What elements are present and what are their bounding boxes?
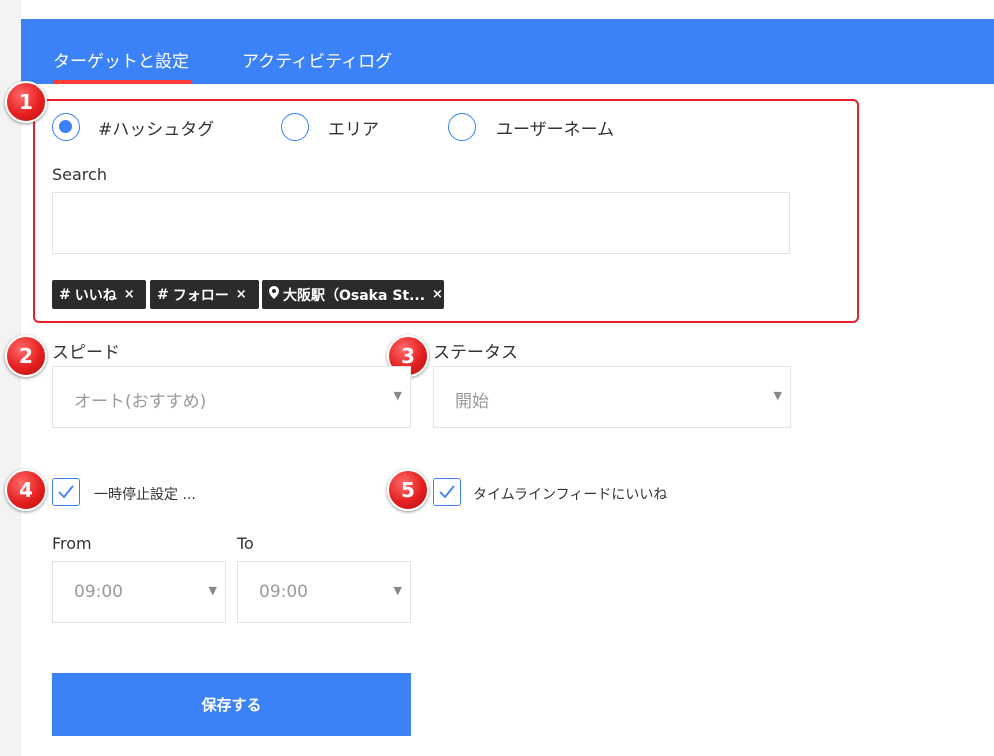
step-badge-2: 2 bbox=[5, 335, 47, 377]
chevron-down-icon: ▼ bbox=[393, 584, 402, 597]
to-time-select[interactable]: 09:00 ▼ bbox=[237, 561, 411, 623]
radio-area-label: エリア bbox=[328, 120, 379, 140]
speed-label: スピード bbox=[52, 343, 120, 363]
speed-select[interactable]: オート(おすすめ) ▼ bbox=[52, 366, 411, 428]
status-selected-value: 開始 bbox=[455, 392, 489, 412]
header-tab-bar: ターゲットと設定 アクティビティログ bbox=[21, 19, 994, 84]
tag-text: 大阪駅（Osaka St... bbox=[283, 287, 426, 304]
close-icon[interactable]: × bbox=[432, 287, 443, 302]
radio-area[interactable] bbox=[281, 113, 309, 141]
chevron-down-icon: ▼ bbox=[393, 389, 402, 402]
save-button[interactable]: 保存する bbox=[52, 673, 411, 736]
search-input[interactable] bbox=[52, 192, 790, 254]
step-badge-1: 1 bbox=[5, 81, 47, 123]
tab-target-settings[interactable]: ターゲットと設定 bbox=[53, 47, 189, 72]
tag-chip-iine: # いいね × bbox=[52, 280, 146, 309]
tag-text: いいね bbox=[74, 287, 117, 304]
close-icon[interactable]: × bbox=[236, 287, 247, 302]
radio-username-label: ユーザーネーム bbox=[496, 120, 615, 140]
radio-username[interactable] bbox=[448, 113, 476, 141]
status-label: ステータス bbox=[433, 343, 518, 363]
chevron-down-icon: ▼ bbox=[208, 584, 217, 597]
close-icon[interactable]: × bbox=[124, 287, 135, 302]
hash-icon: # bbox=[59, 286, 71, 303]
timeline-like-checkbox[interactable] bbox=[433, 478, 461, 506]
tab-activity-log[interactable]: アクティビティログ bbox=[242, 47, 392, 72]
checkmark-icon bbox=[58, 485, 74, 499]
tag-chip-osaka-station: 大阪駅（Osaka St... × bbox=[262, 280, 444, 309]
from-time-select[interactable]: 09:00 ▼ bbox=[52, 561, 226, 623]
to-label: To bbox=[237, 534, 254, 553]
search-label: Search bbox=[52, 165, 107, 184]
to-time-value: 09:00 bbox=[259, 582, 308, 602]
checkmark-icon bbox=[439, 485, 455, 499]
from-label: From bbox=[52, 534, 92, 553]
from-time-value: 09:00 bbox=[74, 582, 123, 602]
step-badge-4: 4 bbox=[5, 469, 47, 511]
speed-selected-value: オート(おすすめ) bbox=[74, 392, 207, 412]
location-pin-icon bbox=[269, 286, 279, 303]
tag-text: フォロー bbox=[172, 287, 229, 304]
pause-setting-label: 一時停止設定 ... bbox=[94, 487, 196, 503]
pause-setting-checkbox[interactable] bbox=[52, 478, 80, 506]
tag-chip-follow: # フォロー × bbox=[150, 280, 259, 309]
step-badge-5: 5 bbox=[387, 469, 429, 511]
radio-hashtag-label: #ハッシュタグ bbox=[98, 120, 215, 140]
radio-hashtag[interactable] bbox=[52, 113, 80, 141]
active-tab-indicator bbox=[53, 80, 192, 84]
status-select[interactable]: 開始 ▼ bbox=[433, 366, 791, 428]
hash-icon: # bbox=[157, 286, 169, 303]
timeline-like-label: タイムラインフィードにいいね bbox=[473, 487, 668, 503]
chevron-down-icon: ▼ bbox=[773, 389, 782, 402]
